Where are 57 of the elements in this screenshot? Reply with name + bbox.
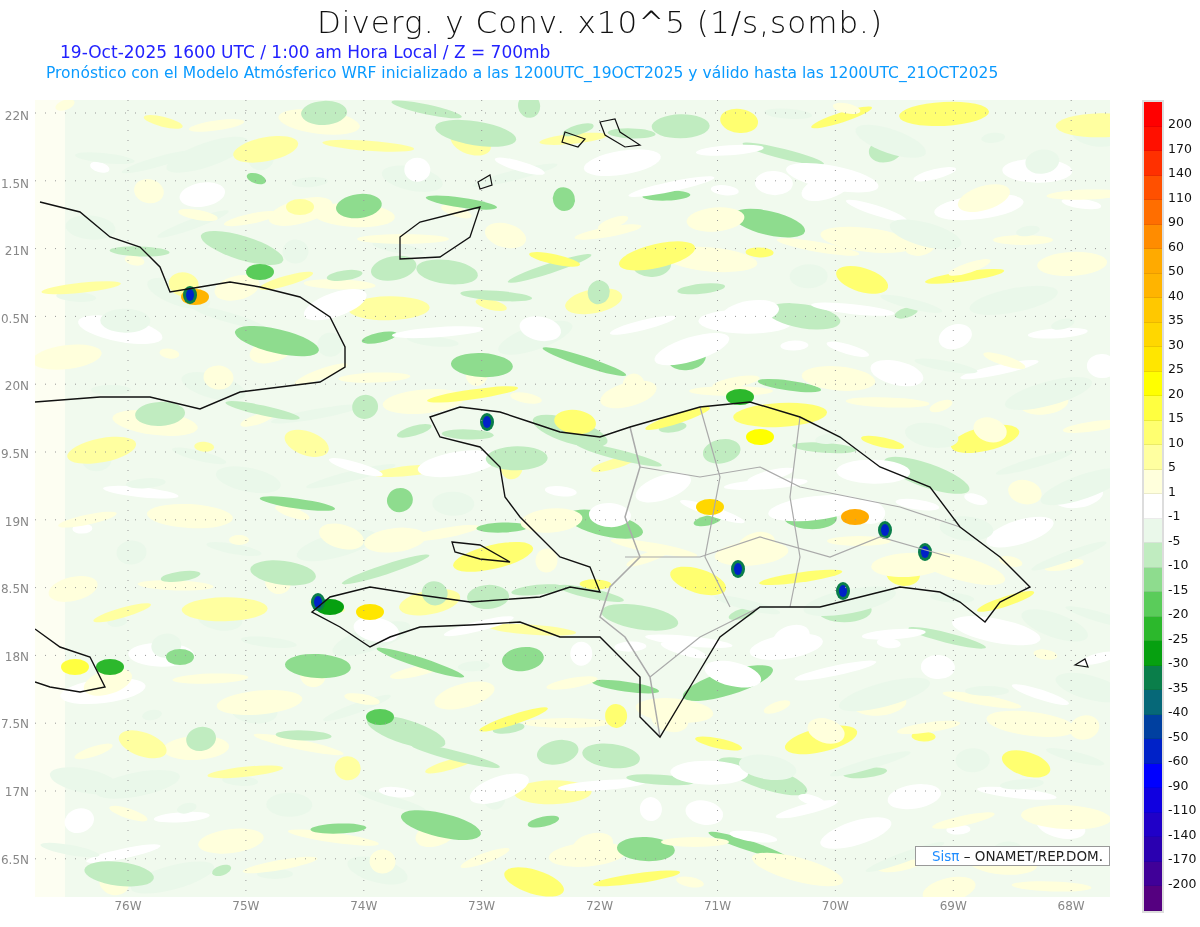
scale-label: -15 xyxy=(1168,580,1190,599)
latitude-label: 20N xyxy=(3,378,30,396)
longitude-label: 69W xyxy=(938,899,968,913)
latitude-label: 19N xyxy=(3,513,30,531)
scale-label: -50 xyxy=(1168,727,1190,746)
scale-label: 140 xyxy=(1168,164,1193,182)
scale-label: -35 xyxy=(1168,678,1190,697)
latitude-label: 8.5N xyxy=(0,581,30,599)
scale-label: 15 xyxy=(1168,409,1185,427)
latitude-label: 7.5N xyxy=(0,716,30,734)
chart-title: Diverg. y Conv. x10^5 (1/s,somb.) xyxy=(315,3,885,42)
scale-label: 25 xyxy=(1168,360,1185,378)
longitude-label: 72W xyxy=(585,899,615,913)
longitude-label: 68W xyxy=(1056,899,1086,913)
scale-label: 40 xyxy=(1168,286,1185,305)
scale-label: 170 xyxy=(1168,139,1193,158)
latitude-label: 0.5N xyxy=(0,310,30,328)
longitude-label: 74W xyxy=(349,899,379,913)
latitude-label: 18N xyxy=(3,648,30,666)
scale-label: 90 xyxy=(1168,213,1185,231)
forecast-note: Pronóstico con el Modelo Atmósferico WRF inicializado a las 1200UTC_19OCT2025 y válido hasta las 1200UTC_21OCT2025 xyxy=(46,64,1000,82)
scale-label: 60 xyxy=(1168,237,1185,256)
scale-label: -30 xyxy=(1168,654,1190,672)
scale-label: -170 xyxy=(1168,850,1197,868)
scale-label: -110 xyxy=(1168,801,1197,819)
scale-label: -25 xyxy=(1168,629,1190,648)
scale-label: -5 xyxy=(1168,531,1182,550)
scale-label: 5 xyxy=(1168,458,1177,476)
scale-label: 110 xyxy=(1168,188,1193,207)
scale-label: -200 xyxy=(1168,874,1197,893)
longitude-label: 75W xyxy=(231,899,261,913)
latitude-label: 9.5N xyxy=(0,445,30,463)
scale-label: 35 xyxy=(1168,311,1185,329)
scale-label: 200 xyxy=(1168,115,1193,133)
latitude-label: 17N xyxy=(3,783,30,801)
latitude-label: 6.5N xyxy=(0,851,30,869)
scale-label: 20 xyxy=(1168,384,1185,403)
scale-label: -40 xyxy=(1168,703,1190,721)
longitude-label: 76W xyxy=(113,899,143,913)
latitude-label: 22N xyxy=(3,108,30,125)
scale-label: -90 xyxy=(1168,776,1190,795)
latitude-label: 1.5N xyxy=(0,175,30,193)
scale-label: -140 xyxy=(1168,825,1197,844)
credit-label: Sisπ – ONAMET/REP.DOM. xyxy=(915,846,1110,866)
longitude-label: 73W xyxy=(467,899,497,913)
scale-label: 30 xyxy=(1168,335,1185,354)
longitude-label: 70W xyxy=(820,899,850,913)
scale-label: -10 xyxy=(1168,556,1190,574)
scale-label: 50 xyxy=(1168,262,1185,280)
scale-label: -20 xyxy=(1168,605,1190,623)
date-time-subtitle: 19-Oct-2025 1600 UTC / 1:00 am Hora Local / Z = 700mb xyxy=(60,42,552,64)
scale-label: 10 xyxy=(1168,433,1185,452)
longitude-label: 71W xyxy=(702,899,732,913)
scale-label: -60 xyxy=(1168,752,1190,770)
latitude-label: 21N xyxy=(3,243,30,261)
scale-label: -1 xyxy=(1168,507,1182,525)
scale-label: 1 xyxy=(1168,482,1177,501)
